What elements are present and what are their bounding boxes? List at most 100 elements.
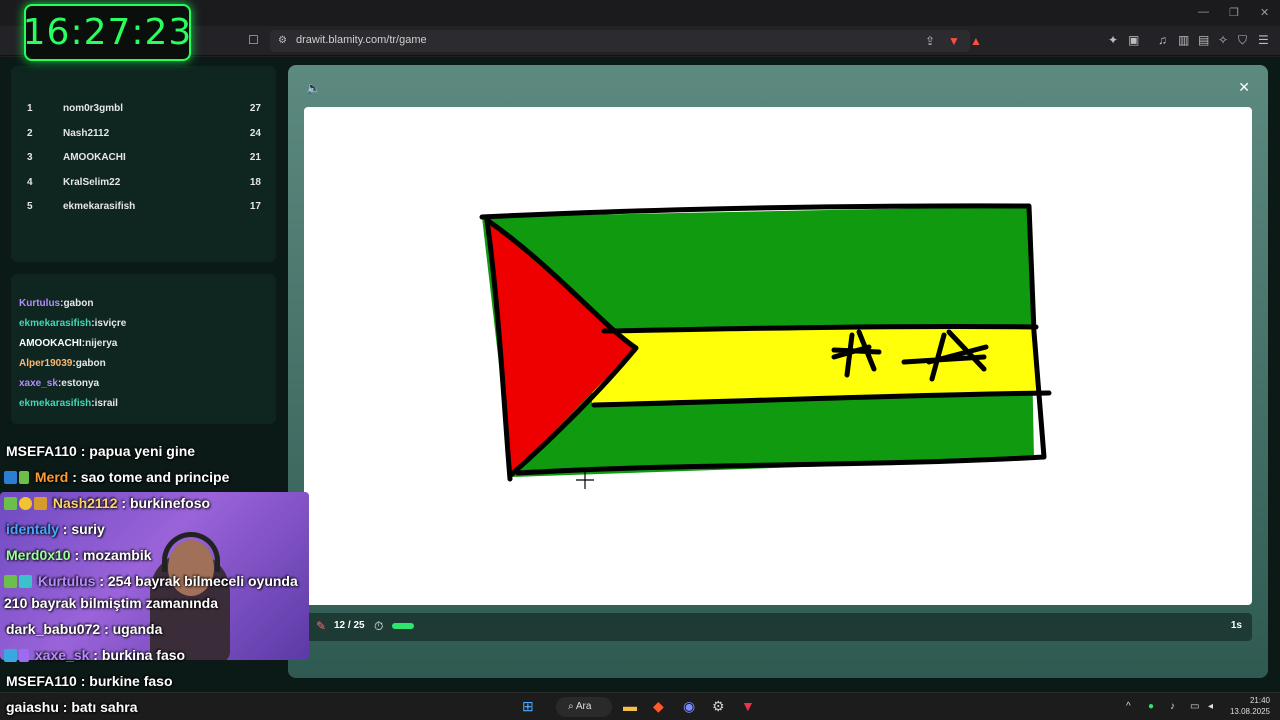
chat-msg: :israil <box>91 398 118 409</box>
lb-score: 21 <box>249 152 261 163</box>
volume-icon[interactable]: ◂ <box>1208 699 1213 715</box>
stream-chat-user: identaly <box>6 521 59 537</box>
chat-line: Kurtulus:gabon <box>19 298 93 309</box>
chat-user[interactable]: Alper19039 <box>19 358 72 369</box>
chat-msg: :isviçre <box>91 318 127 329</box>
microphone-icon[interactable]: ♪ <box>1170 699 1175 715</box>
stream-chat-line: xaxe_sk : burkina faso <box>4 647 185 663</box>
crown-badge-icon <box>34 497 47 510</box>
chevron-up-icon[interactable]: ^ <box>1126 699 1131 715</box>
search-icon: ⌕ <box>568 701 574 712</box>
brave-shield-icon[interactable]: ▼ <box>948 34 960 48</box>
chat-msg: :gabon <box>60 298 94 309</box>
url-field[interactable]: ⚙ drawit.blamity.com/tr/game ⇪ ▼ ▲ <box>270 30 982 52</box>
flag-drawing <box>479 203 1052 489</box>
stream-chat-msg: : burkine faso <box>80 673 173 689</box>
leaderboard-row: 1 nom0r3gmbl 27 <box>27 103 261 119</box>
site-info-icon[interactable]: ⚙ <box>278 34 287 48</box>
chat-line: ekmekarasifish:israil <box>19 398 118 409</box>
minimize-icon[interactable]: — <box>1198 6 1209 18</box>
chat-user[interactable]: Kurtulus <box>19 298 60 309</box>
leaderboard-panel: 1 nom0r3gmbl 27 2 Nash2112 24 3 AMOOKACH… <box>11 66 276 262</box>
extensions-icon[interactable]: ✦ <box>1108 33 1118 47</box>
window-close-icon[interactable]: ✕ <box>1260 6 1269 19</box>
lb-rank: 4 <box>27 177 33 188</box>
stream-chat-msg: : 254 bayrak bilmeceli oyunda <box>99 573 298 589</box>
lb-name: AMOOKACHI <box>63 152 126 163</box>
chat-user[interactable]: ekmekarasifish <box>19 398 91 409</box>
chat-msg: :gabon <box>72 358 106 369</box>
stream-chat-line: gaiashu : batı sahra <box>6 699 138 715</box>
stream-chat-msg: 210 bayrak bilmiştim zamanında <box>4 595 218 611</box>
leaderboard-row: 4 KralSelim22 18 <box>27 177 261 193</box>
chat-line: xaxe_sk:estonya <box>19 378 99 389</box>
close-icon[interactable]: ✕ <box>1238 79 1250 96</box>
system-clock[interactable]: 21:40 13.08.2025 <box>1230 695 1270 717</box>
stream-chat-user: Merd <box>34 469 69 485</box>
brave-browser-icon[interactable]: ◆ <box>653 698 664 714</box>
cube-badge-icon <box>4 649 17 662</box>
discord-icon[interactable]: ◉ <box>683 698 695 714</box>
lb-score: 17 <box>249 201 261 212</box>
game-modal: 🔈 ✕ ✎ 12 / 25 ⏱ 1s <box>288 65 1268 678</box>
stream-chat-msg: : uganda <box>104 621 163 637</box>
vpn-icon[interactable]: ⛉ <box>1238 33 1247 47</box>
stream-chat-line: Kurtulus : 254 bayrak bilmeceli oyunda <box>4 573 298 589</box>
stream-chat-line: MSEFA110 : papua yeni gine <box>6 443 195 459</box>
stream-chat-user: Kurtulus <box>37 573 96 589</box>
chat-user[interactable]: AMOOKACHI <box>19 338 82 349</box>
file-explorer-icon[interactable]: ▬ <box>623 698 637 714</box>
pencil-icon: ✎ <box>316 619 327 633</box>
stream-chat-line: Merd0x10 : mozambik <box>6 547 152 563</box>
stream-chat-user: Nash2112 <box>52 495 118 511</box>
drawing-canvas[interactable] <box>304 107 1252 605</box>
windows-start-icon[interactable]: ⊞ <box>522 698 534 714</box>
stream-chat-msg: : mozambik <box>74 547 152 563</box>
game-status-bar: ✎ 12 / 25 ⏱ 1s <box>304 613 1252 641</box>
leo-ai-icon[interactable]: ✧ <box>1218 33 1228 47</box>
bookmark-icon[interactable]: ☐ <box>248 33 259 47</box>
time-progress-bar <box>392 623 414 629</box>
restore-icon[interactable]: ❐ <box>1229 6 1239 19</box>
chat-msg: :nijerya <box>81 338 118 349</box>
stream-chat-msg: : papua yeni gine <box>80 443 196 459</box>
brave-rewards-icon[interactable]: ▲ <box>970 34 982 48</box>
menu-icon[interactable]: ☰ <box>1258 33 1269 47</box>
game-chat-panel: Kurtulus:gabon ekmekarasifish:isviçre AM… <box>11 274 276 424</box>
pencil-badge-icon <box>19 649 29 662</box>
round-counter: 12 / 25 <box>334 620 365 631</box>
stream-chat-msg: : suriy <box>62 521 105 537</box>
lb-name: ekmekarasifish <box>63 201 136 212</box>
timer-icon: ⏱ <box>374 619 384 633</box>
sidebar-icon[interactable]: ▥ <box>1178 33 1189 47</box>
stream-chat-user: xaxe_sk <box>34 647 90 663</box>
leaderboard-row: 3 AMOOKACHI 21 <box>27 152 261 168</box>
chat-line: ekmekarasifish:isviçre <box>19 318 126 329</box>
share-icon[interactable]: ⇪ <box>925 34 935 48</box>
seconds-left: 1s <box>1230 620 1242 631</box>
stream-clock: 16:27:23 <box>23 4 191 61</box>
gift-badge-icon <box>4 575 17 588</box>
taskbar-search[interactable]: ⌕ Ara <box>556 697 612 717</box>
app-icon[interactable]: ▼ <box>741 698 755 714</box>
lb-score: 27 <box>249 103 261 114</box>
lb-rank: 1 <box>27 103 33 114</box>
search-label: Ara <box>575 701 592 712</box>
media-icon[interactable]: ♫ <box>1158 33 1167 47</box>
sound-icon[interactable]: 🔈 <box>306 81 321 95</box>
chat-user[interactable]: ekmekarasifish <box>19 318 91 329</box>
screenshot-icon[interactable]: ▣ <box>1128 33 1139 47</box>
time-text: 21:40 <box>1249 696 1270 705</box>
stream-chat-line: Merd : sao tome and principe <box>4 469 229 485</box>
stream-chat-user: gaiashu <box>6 699 59 715</box>
stream-chat-user: dark_babu072 <box>6 621 101 637</box>
chat-user[interactable]: xaxe_sk <box>19 378 58 389</box>
stream-chat-msg: : batı sahra <box>62 699 138 715</box>
status-dot-icon[interactable]: ● <box>1148 699 1154 715</box>
stream-chat-msg: : sao tome and principe <box>72 469 230 485</box>
network-icon[interactable]: ▭ <box>1190 699 1199 715</box>
steam-icon[interactable]: ⚙ <box>712 698 725 714</box>
wallet-icon[interactable]: ▤ <box>1198 33 1209 47</box>
stream-chat-line: dark_babu072 : uganda <box>6 621 162 637</box>
leaderboard-row: 5 ekmekarasifish 17 <box>27 201 261 217</box>
